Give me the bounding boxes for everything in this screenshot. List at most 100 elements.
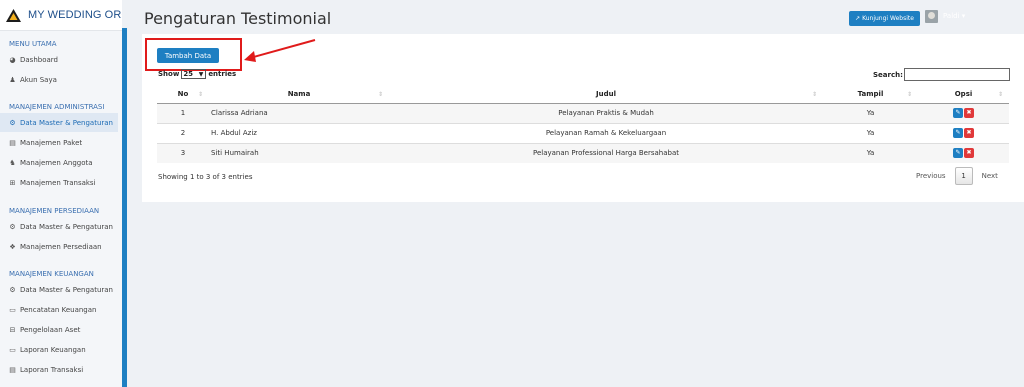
visit-website-label: Kunjungi Website bbox=[862, 15, 914, 22]
column-header-judul[interactable]: Judul ⇕ bbox=[389, 86, 823, 104]
cell-judul: Pelayanan Professional Harga Bersahabat bbox=[389, 142, 823, 163]
table-row: 2 H. Abdul Aziz Pelayanan Ramah & Kekeluar… bbox=[157, 122, 1009, 143]
show-label: Show bbox=[158, 70, 180, 78]
sidebar-item[interactable]: ❖ Manajemen Persediaan bbox=[0, 237, 118, 256]
brand[interactable]: MY WEDDING ORGAN bbox=[0, 0, 122, 31]
sidebar-item-label: Manajemen Paket bbox=[20, 138, 83, 147]
delete-icon[interactable]: ✖ bbox=[964, 148, 974, 159]
sort-icon: ⇕ bbox=[997, 91, 1003, 98]
hdd-icon: ⊟ bbox=[9, 325, 16, 334]
sidebar-item-label: Manajemen Transaksi bbox=[20, 178, 96, 187]
page-length-control: Show 25 ▼ entries bbox=[158, 69, 236, 79]
sidebar-section-title: MANAJEMEN KEUANGAN bbox=[9, 270, 94, 278]
sidebar-item-label: Dashboard bbox=[20, 55, 58, 64]
delete-icon[interactable]: ✖ bbox=[964, 108, 974, 118]
page-length-select[interactable]: 25 ▼ bbox=[181, 69, 207, 79]
column-header-no[interactable]: No ⇕ bbox=[157, 86, 209, 104]
sidebar-item-label: Manajemen Anggota bbox=[20, 158, 93, 167]
cell-tampil: Ya bbox=[823, 122, 918, 143]
sidebar-item-label: Manajemen Persediaan bbox=[20, 242, 102, 251]
cell-nama: H. Abdul Aziz bbox=[209, 122, 389, 143]
cell-no: 1 bbox=[157, 102, 209, 123]
cell-judul: Pelayanan Praktis & Mudah bbox=[389, 102, 823, 123]
page-length-value: 25 bbox=[183, 70, 194, 78]
logo-icon bbox=[6, 8, 21, 22]
cell-judul: Pelayanan Ramah & Kekeluargaan bbox=[389, 122, 823, 143]
sidebar-scrollbar[interactable] bbox=[122, 28, 127, 387]
money-icon: ▭ bbox=[9, 305, 16, 314]
column-header-label: No bbox=[177, 90, 189, 99]
entries-label: entries bbox=[208, 70, 237, 78]
edit-icon[interactable]: ✎ bbox=[953, 108, 963, 118]
sidebar-section-title: MANAJEMEN ADMINISTRASI bbox=[9, 103, 105, 111]
column-header-label: Opsi bbox=[954, 90, 973, 99]
sidebar-item-label: Data Master & Pengaturan bbox=[20, 118, 113, 127]
book-icon: ▤ bbox=[9, 365, 16, 374]
table-row: 3 Siti Humairah Pelayanan Professional Har… bbox=[157, 142, 1009, 163]
cell-no: 2 bbox=[157, 122, 209, 143]
money-icon: ▭ bbox=[9, 345, 16, 354]
delete-icon[interactable]: ✖ bbox=[964, 128, 974, 138]
sidebar-item-label: Laporan Keuangan bbox=[20, 345, 86, 354]
sidebar-item[interactable]: ▤ Manajemen Paket bbox=[0, 133, 118, 152]
table-info: Showing 1 to 3 of 3 entries bbox=[158, 173, 253, 181]
table-row: 1 Clarissa Adriana Pelayanan Praktis & Mud… bbox=[157, 102, 1009, 123]
sidebar-item[interactable]: ▭ Pencatatan Keuangan bbox=[0, 300, 118, 319]
sort-icon: ⇕ bbox=[811, 91, 817, 98]
sidebar-item[interactable]: ⚙ Data Master & Pengaturan bbox=[0, 217, 118, 236]
user-menu[interactable]: Paldi ▾ bbox=[943, 12, 965, 20]
sidebar-item[interactable]: ⚙ Data Master & Pengaturan bbox=[0, 113, 118, 132]
avatar[interactable] bbox=[925, 10, 938, 23]
visit-website-button[interactable]: ↗ Kunjungi Website bbox=[849, 11, 920, 26]
sidebar-item[interactable]: ⚙ Data Master & Pengaturan bbox=[0, 280, 118, 299]
sidebar-item[interactable]: ⊞ Manajemen Transaksi bbox=[0, 173, 118, 192]
sidebar-item[interactable]: ▭ Laporan Keuangan bbox=[0, 340, 118, 359]
cart-icon: ⊞ bbox=[9, 178, 16, 187]
sidebar-item-label: Laporan Transaksi bbox=[20, 365, 84, 374]
sidebar-item-label: Data Master & Pengaturan bbox=[20, 285, 113, 294]
column-header-label: Nama bbox=[287, 90, 311, 99]
cell-opsi: ✎ ✖ bbox=[918, 122, 1009, 143]
column-header-nama[interactable]: Nama ⇕ bbox=[209, 86, 389, 104]
table-header-row: No ⇕ Nama ⇕ Judul ⇕ Tampil ⇕ Opsi ⇕ bbox=[157, 86, 1009, 104]
book-icon: ▤ bbox=[9, 138, 16, 147]
testimonial-table: No ⇕ Nama ⇕ Judul ⇕ Tampil ⇕ Opsi ⇕ 1 Clarissa… bbox=[157, 86, 1009, 163]
cubes-icon: ❖ bbox=[9, 242, 16, 251]
sidebar-item[interactable]: ▤ Laporan Transaksi bbox=[0, 360, 118, 379]
sidebar-item-label: Data Master & Pengaturan bbox=[20, 222, 113, 231]
users-icon: ♞ bbox=[9, 158, 16, 167]
previous-page-button[interactable]: Previous bbox=[916, 172, 946, 180]
external-link-icon: ↗ bbox=[855, 15, 861, 22]
cell-tampil: Ya bbox=[823, 142, 918, 163]
cell-nama: Siti Humairah bbox=[209, 142, 389, 163]
search-input[interactable] bbox=[904, 68, 1010, 81]
sidebar-item-label: Pengelolaan Aset bbox=[20, 325, 81, 334]
sidebar-item[interactable]: ♟ Akun Saya bbox=[0, 70, 118, 89]
sidebar-item-label: Pencatatan Keuangan bbox=[20, 305, 97, 314]
sort-icon: ⇕ bbox=[906, 91, 912, 98]
search-label: Search: bbox=[873, 71, 903, 79]
user-name: Paldi bbox=[943, 12, 960, 20]
sidebar-section-title: MENU UTAMA bbox=[9, 40, 57, 48]
column-header-opsi[interactable]: Opsi ⇕ bbox=[918, 86, 1009, 104]
chevron-down-icon: ▼ bbox=[198, 70, 204, 78]
table-body: 1 Clarissa Adriana Pelayanan Praktis & Mud… bbox=[157, 102, 1009, 163]
sidebar-item[interactable]: ⊟ Pengelolaan Aset bbox=[0, 320, 118, 339]
pagination: Previous 1 Next bbox=[916, 167, 998, 185]
cogs-icon: ⚙ bbox=[9, 118, 16, 127]
column-header-tampil[interactable]: Tampil ⇕ bbox=[823, 86, 918, 104]
sort-icon: ⇕ bbox=[377, 91, 383, 98]
edit-icon[interactable]: ✎ bbox=[953, 148, 963, 159]
column-header-label: Tampil bbox=[857, 90, 884, 99]
page-1-button[interactable]: 1 bbox=[954, 167, 973, 185]
caret-down-icon: ▾ bbox=[961, 12, 966, 20]
next-page-button[interactable]: Next bbox=[982, 172, 998, 180]
user-icon: ♟ bbox=[9, 75, 16, 84]
cogs-icon: ⚙ bbox=[9, 222, 16, 231]
cell-tampil: Ya bbox=[823, 102, 918, 123]
edit-icon[interactable]: ✎ bbox=[953, 128, 963, 138]
column-header-label: Judul bbox=[596, 90, 616, 99]
brand-name: MY WEDDING ORGAN bbox=[28, 9, 122, 21]
sidebar-item[interactable]: ◕ Dashboard bbox=[0, 50, 118, 69]
sidebar-item[interactable]: ♞ Manajemen Anggota bbox=[0, 153, 118, 172]
